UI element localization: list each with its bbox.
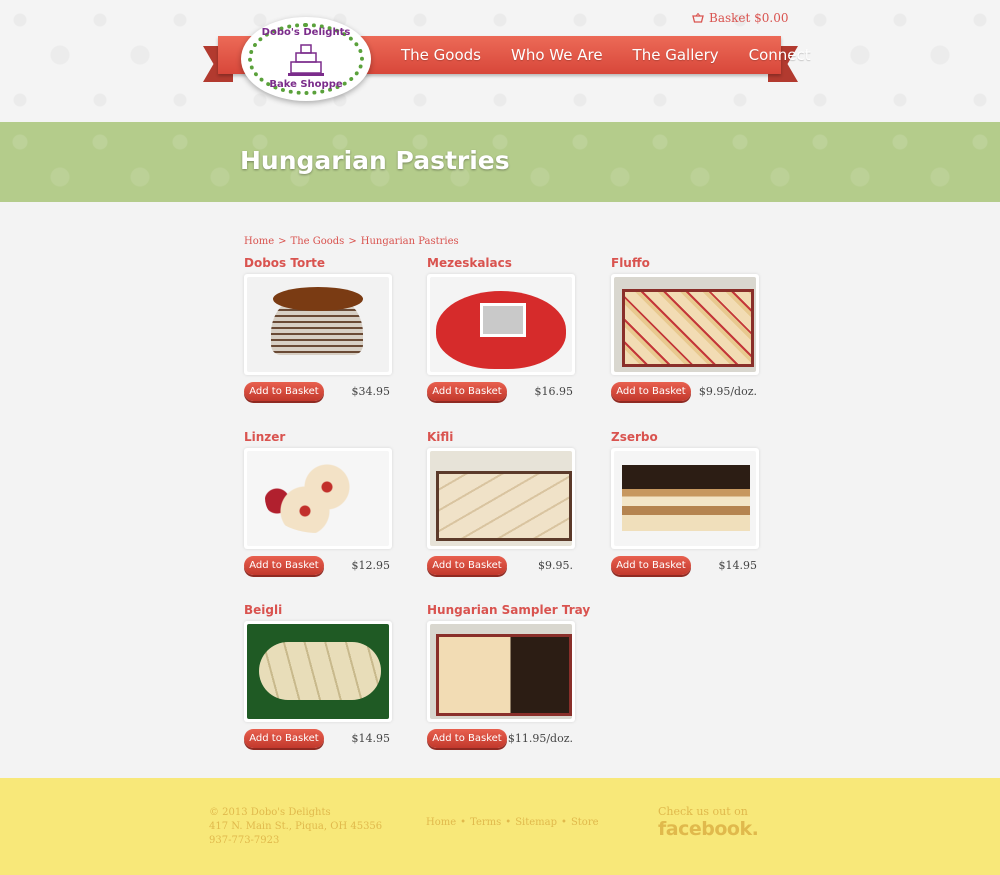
- add-to-basket-button[interactable]: Add to Basket: [427, 556, 507, 575]
- facebook-link[interactable]: facebook.: [658, 818, 759, 840]
- product-price: $14.95: [718, 559, 758, 572]
- product-price: $11.95/doz.: [507, 732, 573, 745]
- product-name[interactable]: Fluffo: [611, 256, 771, 274]
- product-price: $9.95.: [538, 559, 573, 572]
- basket-icon: [692, 13, 704, 23]
- product-name[interactable]: Zserbo: [611, 430, 771, 448]
- product-card: Fluffo Add to Basket $9.95/doz.: [611, 256, 771, 406]
- product-photo-frame[interactable]: [427, 274, 575, 375]
- wedding-cake-icon: [288, 44, 324, 76]
- nav-item-who-we-are[interactable]: Who We Are: [496, 46, 618, 64]
- fluffo-photo: [614, 277, 756, 372]
- kifli-photo: [430, 451, 572, 546]
- linzer-photo: [247, 451, 389, 546]
- add-to-basket-button[interactable]: Add to Basket: [427, 729, 507, 748]
- footer-copyright: © 2013 Dobo's Delights: [209, 807, 331, 818]
- product-price: $16.95: [534, 385, 574, 398]
- product-price: $9.95/doz.: [698, 385, 757, 398]
- footer-address: 417 N. Main St., Piqua, OH 45356: [209, 821, 383, 832]
- breadcrumb-current: Hungarian Pastries: [360, 236, 459, 247]
- product-photo-frame[interactable]: [427, 621, 575, 722]
- product-name[interactable]: Beigli: [244, 603, 404, 621]
- product-price: $34.95: [351, 385, 391, 398]
- beigli-photo: [247, 624, 389, 719]
- nav-item-the-goods[interactable]: The Goods: [386, 46, 496, 64]
- product-card: Hungarian Sampler Tray Add to Basket $11…: [427, 603, 590, 753]
- product-photo-frame[interactable]: [611, 274, 759, 375]
- site-logo[interactable]: Dobo's Delights Bake Shoppe: [241, 17, 371, 101]
- breadcrumb-separator: >: [278, 236, 287, 247]
- product-card: Mezeskalacs Add to Basket $16.95: [427, 256, 587, 406]
- basket-link[interactable]: Basket $0.00: [692, 11, 789, 25]
- product-name[interactable]: Kifli: [427, 430, 587, 448]
- product-card: Zserbo Add to Basket $14.95: [611, 430, 771, 580]
- footer-link-sitemap[interactable]: Sitemap: [515, 817, 557, 828]
- social-caption: Check us out on: [658, 805, 748, 818]
- footer-link-terms[interactable]: Terms: [470, 817, 501, 828]
- footer-link-separator: •: [505, 817, 512, 828]
- logo-bottom-text: Bake Shoppe: [269, 79, 343, 90]
- product-card: Linzer Add to Basket $12.95: [244, 430, 404, 580]
- zserbo-photo: [614, 451, 756, 546]
- logo-top-text: Dobo's Delights: [261, 27, 351, 38]
- product-photo-frame[interactable]: [611, 448, 759, 549]
- product-card: Beigli Add to Basket $14.95: [244, 603, 404, 753]
- basket-label: Basket $0.00: [709, 11, 789, 25]
- footer-link-separator: •: [561, 817, 567, 828]
- product-name[interactable]: Mezeskalacs: [427, 256, 587, 274]
- site-footer: © 2013 Dobo's Delights 417 N. Main St., …: [0, 778, 1000, 875]
- sampler-tray-photo: [430, 624, 572, 719]
- nav-item-the-gallery[interactable]: The Gallery: [618, 46, 734, 64]
- site-header: Basket $0.00 The Goods Who We Are The Ga…: [0, 0, 1000, 122]
- page-title-band: Hungarian Pastries: [0, 122, 1000, 202]
- footer-link-separator: •: [460, 817, 467, 828]
- add-to-basket-button[interactable]: Add to Basket: [244, 729, 324, 748]
- product-price: $12.95: [351, 559, 391, 572]
- footer-links: Home • Terms • Sitemap • Store: [426, 817, 599, 828]
- product-photo-frame[interactable]: [244, 448, 392, 549]
- product-name[interactable]: Hungarian Sampler Tray: [427, 603, 590, 621]
- add-to-basket-button[interactable]: Add to Basket: [244, 382, 324, 401]
- product-price: $14.95: [351, 732, 391, 745]
- footer-address-block: © 2013 Dobo's Delights 417 N. Main St., …: [209, 806, 382, 848]
- footer-phone: 937-773-7923: [209, 835, 280, 846]
- mezeskalacs-photo: [430, 277, 572, 372]
- breadcrumb: Home > The Goods > Hungarian Pastries: [244, 236, 459, 247]
- add-to-basket-button[interactable]: Add to Basket: [611, 382, 691, 401]
- breadcrumb-separator: >: [348, 236, 357, 247]
- footer-link-store[interactable]: Store: [571, 817, 599, 828]
- product-photo-frame[interactable]: [427, 448, 575, 549]
- product-name[interactable]: Linzer: [244, 430, 404, 448]
- footer-social: Check us out on facebook.: [658, 805, 759, 840]
- page-title: Hungarian Pastries: [240, 146, 510, 175]
- main-nav: The Goods Who We Are The Gallery Connect: [386, 36, 826, 74]
- footer-link-home[interactable]: Home: [426, 817, 456, 828]
- product-photo-frame[interactable]: [244, 274, 392, 375]
- add-to-basket-button[interactable]: Add to Basket: [427, 382, 507, 401]
- dobos-torte-photo: [247, 277, 389, 372]
- add-to-basket-button[interactable]: Add to Basket: [611, 556, 691, 575]
- product-photo-frame[interactable]: [244, 621, 392, 722]
- breadcrumb-home[interactable]: Home: [244, 236, 274, 247]
- product-name[interactable]: Dobos Torte: [244, 256, 404, 274]
- product-card: Kifli Add to Basket $9.95.: [427, 430, 587, 580]
- nav-item-connect[interactable]: Connect: [734, 46, 826, 64]
- product-card: Dobos Torte Add to Basket $34.95: [244, 256, 404, 406]
- breadcrumb-the-goods[interactable]: The Goods: [291, 236, 345, 247]
- add-to-basket-button[interactable]: Add to Basket: [244, 556, 324, 575]
